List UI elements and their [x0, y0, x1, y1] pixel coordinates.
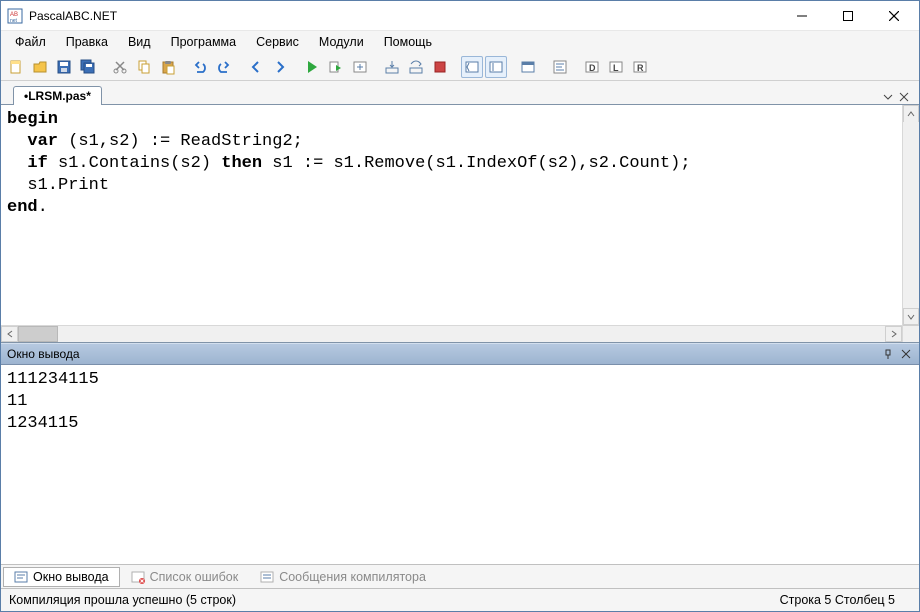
help-l-button[interactable]: L [605, 56, 627, 78]
menu-view[interactable]: Вид [118, 33, 161, 51]
form-designer-button[interactable] [517, 56, 539, 78]
window-title: PascalABC.NET [29, 9, 117, 23]
scroll-right-icon[interactable] [885, 326, 902, 342]
svg-text:D: D [589, 63, 596, 73]
status-message: Компиляция прошла успешно (5 строк) [9, 593, 236, 607]
toolbar: D L R [1, 53, 919, 81]
menu-file[interactable]: Файл [5, 33, 56, 51]
bottom-tab-output[interactable]: Окно вывода [3, 567, 120, 587]
editor-vscroll[interactable] [902, 105, 919, 342]
redo-button[interactable] [213, 56, 235, 78]
step-over-button[interactable] [405, 56, 427, 78]
stop-button[interactable] [429, 56, 451, 78]
statusbar: Компиляция прошла успешно (5 строк) Стро… [1, 589, 919, 611]
app-icon: ABnet [7, 8, 23, 24]
scroll-left-icon[interactable] [1, 326, 18, 342]
open-file-button[interactable] [29, 56, 51, 78]
scroll-down-icon[interactable] [903, 308, 919, 325]
paste-button[interactable] [157, 56, 179, 78]
errors-icon [131, 570, 145, 584]
maximize-button[interactable] [825, 2, 871, 30]
undo-button[interactable] [189, 56, 211, 78]
file-tabs: •LRSM.pas* [1, 81, 919, 105]
bottom-tab-label: Окно вывода [33, 570, 109, 584]
file-tab-active[interactable]: •LRSM.pas* [13, 86, 102, 105]
save-all-button[interactable] [77, 56, 99, 78]
editor-area: begin var (s1,s2) := ReadString2; if s1.… [1, 105, 919, 343]
svg-text:R: R [637, 63, 644, 73]
code-kw: then [221, 154, 262, 173]
save-button[interactable] [53, 56, 75, 78]
compiler-msg-icon [260, 570, 274, 584]
tabs-close-icon[interactable] [897, 90, 911, 104]
menubar: Файл Правка Вид Программа Сервис Модули … [1, 31, 919, 53]
svg-text:net: net [10, 18, 18, 24]
code-editor[interactable]: begin var (s1,s2) := ReadString2; if s1.… [1, 105, 902, 325]
output-panel-title: Окно вывода [7, 347, 80, 361]
new-file-button[interactable] [5, 56, 27, 78]
editor-hscroll[interactable] [1, 325, 902, 342]
help-r-button[interactable]: R [629, 56, 651, 78]
nav-back-button[interactable] [245, 56, 267, 78]
pin-icon[interactable] [881, 347, 895, 361]
step-into-button[interactable] [381, 56, 403, 78]
menu-modules[interactable]: Модули [309, 33, 374, 51]
compile-button[interactable] [349, 56, 371, 78]
cursor-position: Строка 5 Столбец 5 [780, 593, 911, 607]
minimize-button[interactable] [779, 2, 825, 30]
code-kw: if [27, 154, 47, 173]
code-format-button[interactable] [549, 56, 571, 78]
code-kw: end [7, 198, 38, 217]
cut-button[interactable] [109, 56, 131, 78]
run-alt-button[interactable] [325, 56, 347, 78]
menu-help[interactable]: Помощь [374, 33, 442, 51]
bottom-tab-label: Сообщения компилятора [279, 570, 426, 584]
code-kw: begin [7, 110, 58, 129]
run-button[interactable] [301, 56, 323, 78]
hscroll-thumb[interactable] [18, 326, 58, 342]
close-button[interactable] [871, 2, 917, 30]
bottom-tab-errors[interactable]: Список ошибок [120, 567, 250, 587]
nav-forward-button[interactable] [269, 56, 291, 78]
panel-toggle-1[interactable] [461, 56, 483, 78]
menu-program[interactable]: Программа [161, 33, 247, 51]
panel-close-icon[interactable] [899, 347, 913, 361]
bottom-tab-compiler[interactable]: Сообщения компилятора [249, 567, 437, 587]
tabs-dropdown-icon[interactable] [881, 90, 895, 104]
bottom-tab-label: Список ошибок [150, 570, 239, 584]
code-kw: var [27, 132, 58, 151]
titlebar: ABnet PascalABC.NET [1, 1, 919, 31]
bottom-tabs: Окно вывода Список ошибок Сообщения комп… [1, 565, 919, 589]
menu-edit[interactable]: Правка [56, 33, 118, 51]
output-content[interactable]: 111234115 11 1234115 [1, 365, 919, 565]
help-d-button[interactable]: D [581, 56, 603, 78]
output-panel-header: Окно вывода [1, 343, 919, 365]
scroll-up-icon[interactable] [903, 105, 919, 122]
svg-text:L: L [613, 63, 619, 73]
copy-button[interactable] [133, 56, 155, 78]
panel-toggle-2[interactable] [485, 56, 507, 78]
output-icon [14, 570, 28, 584]
menu-service[interactable]: Сервис [246, 33, 309, 51]
